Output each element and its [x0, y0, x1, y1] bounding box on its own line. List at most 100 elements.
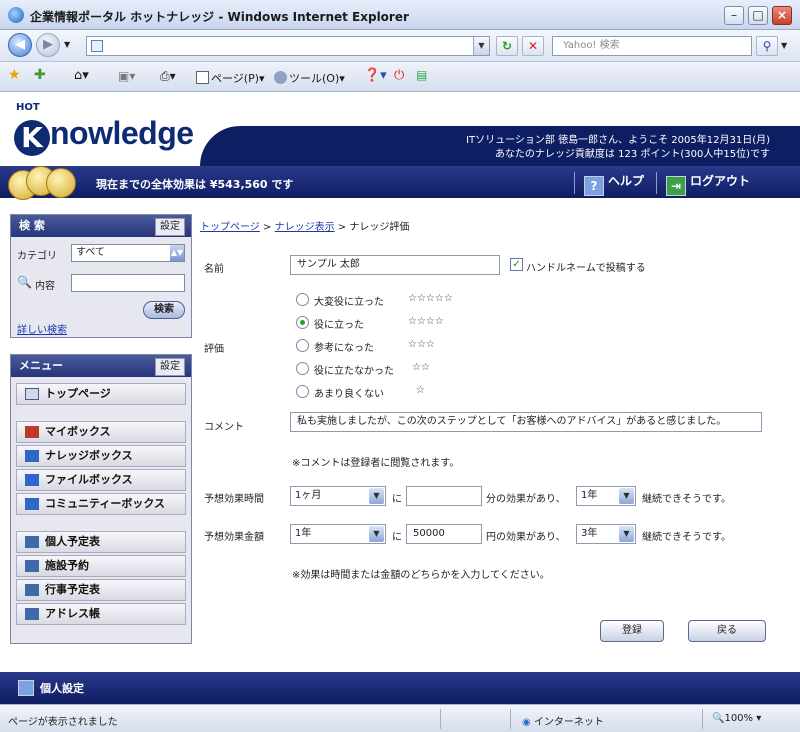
category-select[interactable]: すべて ▲▼: [71, 244, 185, 262]
coins-icon: [8, 164, 88, 202]
command-bar: ★ ✚ ⌂▾ ▣▾ ⎙▾ ページ(P)▾ ツール(O)▾ ❓▾ ⏻ ▤: [0, 62, 800, 92]
search-options-icon[interactable]: ▼: [781, 41, 787, 50]
rating-option-label: 大変役に立った: [314, 297, 384, 308]
money-end-text: 継続できそうです。: [642, 532, 731, 543]
search-settings-button[interactable]: 設定: [155, 218, 185, 236]
breadcrumb-top-page[interactable]: トップページ: [200, 222, 260, 233]
menu-panel-title: メニュー: [19, 359, 63, 372]
zoom-control[interactable]: 🔍100% ▾: [712, 713, 761, 724]
rating-radio-1[interactable]: [296, 293, 309, 306]
chevron-down-icon: ▼: [619, 526, 634, 542]
rating-label: 評価: [204, 344, 224, 355]
help-icon: ?: [584, 176, 604, 196]
breadcrumb: トップページ > ナレッジ表示 > ナレッジ評価: [200, 218, 409, 233]
url-input[interactable]: ▼: [86, 36, 490, 56]
time-value-input[interactable]: [406, 486, 482, 506]
favorites-star-icon[interactable]: ★: [8, 67, 21, 83]
rating-option-label: あまり良くない: [314, 389, 384, 400]
menu-item-facility-booking[interactable]: 施設予約: [16, 555, 186, 577]
rating-radio-5[interactable]: [296, 385, 309, 398]
time-period-select[interactable]: 1ヶ月 ▼: [290, 486, 386, 506]
address-bar: ◀ ▶ ▼ ▼ ↻ ✕ Yahoo! 検索 ⚲ ▼: [0, 30, 800, 62]
add-favorites-icon[interactable]: ✚: [34, 67, 46, 83]
stop-icon[interactable]: ✕: [522, 36, 544, 56]
search-icon: 🔍: [17, 275, 32, 289]
rating-stars: ☆☆☆☆: [408, 316, 444, 327]
footer-band: 個人設定: [0, 672, 800, 704]
time-years-select[interactable]: 1年 ▼: [576, 486, 636, 506]
rating-radio-2[interactable]: [296, 316, 309, 329]
history-dropdown-icon[interactable]: ▼: [64, 40, 70, 49]
rating-stars: ☆☆: [412, 362, 430, 373]
menu-item-personal-schedule[interactable]: 個人予定表: [16, 531, 186, 553]
back-button[interactable]: ◀: [8, 33, 32, 57]
forward-button[interactable]: ▶: [36, 33, 60, 57]
zoom-icon: 🔍: [712, 713, 725, 724]
help-link[interactable]: ? ヘルプ: [584, 172, 644, 196]
menu-item-top-page[interactable]: トップページ: [16, 383, 186, 405]
logo-hot: HOT: [16, 102, 40, 113]
maximize-button[interactable]: □: [748, 6, 768, 25]
effect-note: ※効果は時間または金額のどちらかを入力してください。: [292, 570, 550, 581]
menu-panel-header: メニュー 設定: [11, 355, 191, 377]
menu-item-community-box[interactable]: コミュニティーボックス: [16, 493, 186, 515]
close-button[interactable]: ×: [772, 6, 792, 25]
comment-input[interactable]: 私も実施しましたが、この次のステップとして「お客様へのアドバイス」があると感じま…: [290, 412, 762, 432]
page-icon: [91, 40, 103, 52]
money-years-select[interactable]: 3年 ▼: [576, 524, 636, 544]
content-input[interactable]: [71, 274, 185, 292]
menu-settings-button[interactable]: 設定: [155, 358, 185, 376]
expected-amount-label: 予想効果金額: [204, 532, 264, 543]
advanced-search-link[interactable]: 詳しい検索: [17, 321, 67, 336]
rating-stars: ☆: [416, 385, 425, 396]
submit-button[interactable]: 登録: [600, 620, 664, 642]
status-divider: [510, 709, 511, 729]
print-icon[interactable]: ⎙▾: [160, 69, 176, 84]
rating-radio-3[interactable]: [296, 339, 309, 352]
chevron-down-icon: ▲▼: [170, 245, 184, 261]
search-button[interactable]: 検索: [143, 301, 185, 319]
search-go-icon[interactable]: ⚲: [756, 36, 778, 56]
tools-menu[interactable]: ツール(O)▾: [274, 70, 345, 86]
breadcrumb-separator: >: [337, 222, 347, 233]
menu-item-file-box[interactable]: ファイルボックス: [16, 469, 186, 491]
handle-name-checkbox[interactable]: ✓: [510, 258, 523, 271]
feeds-icon[interactable]: ▣▾: [118, 69, 135, 83]
header-divider: [574, 172, 575, 194]
refresh-icon[interactable]: ↻: [496, 36, 518, 56]
money-value-input[interactable]: 50000: [406, 524, 482, 544]
logo-k-mark: K: [14, 120, 50, 156]
home-icon[interactable]: ⌂▾: [74, 68, 89, 83]
user-contribution: あなたのナレッジ貢献度は 123 ポイント(300人中15位)です: [494, 149, 770, 160]
help-icon[interactable]: ❓▾: [364, 68, 387, 83]
breadcrumb-separator: >: [263, 222, 272, 233]
status-divider: [440, 709, 441, 729]
menu-item-knowledge-box[interactable]: ナレッジボックス: [16, 445, 186, 467]
back-button-page[interactable]: 戻る: [688, 620, 766, 642]
minimize-button[interactable]: –: [724, 6, 744, 25]
chevron-down-icon: ▼: [369, 488, 384, 504]
page-menu[interactable]: ページ(P)▾: [196, 70, 265, 86]
name-input[interactable]: サンプル 太郎: [290, 255, 500, 275]
status-bar: ページが表示されました ◉ インターネット 🔍100% ▾: [0, 704, 800, 732]
menu-item-event-schedule[interactable]: 行事予定表: [16, 579, 186, 601]
menu-item-my-box[interactable]: マイボックス: [16, 421, 186, 443]
settings-icon: [18, 680, 34, 696]
url-dropdown-icon[interactable]: ▼: [473, 37, 489, 55]
money-period-select[interactable]: 1年 ▼: [290, 524, 386, 544]
rating-radio-4[interactable]: [296, 362, 309, 375]
community-box-icon: [25, 498, 39, 510]
messenger-icon[interactable]: ▤: [416, 68, 427, 82]
menu-item-address-book[interactable]: アドレス帳: [16, 603, 186, 625]
personal-settings-link[interactable]: 個人設定: [18, 680, 84, 696]
site-header: HOT K nowledge ITソリューション部 徳島一郎さん、ようこそ 20…: [0, 92, 800, 204]
category-label: カテゴリ: [17, 251, 57, 262]
breadcrumb-knowledge-view[interactable]: ナレッジ表示: [275, 222, 335, 233]
research-icon[interactable]: ⏻: [394, 68, 404, 83]
search-input[interactable]: Yahoo! 検索: [552, 36, 752, 56]
knowledge-box-icon: [25, 450, 39, 462]
status-divider: [702, 709, 703, 729]
globe-icon: ◉: [522, 717, 531, 728]
address-book-icon: [25, 608, 39, 620]
logout-link[interactable]: ⇥ ログアウト: [666, 172, 750, 196]
